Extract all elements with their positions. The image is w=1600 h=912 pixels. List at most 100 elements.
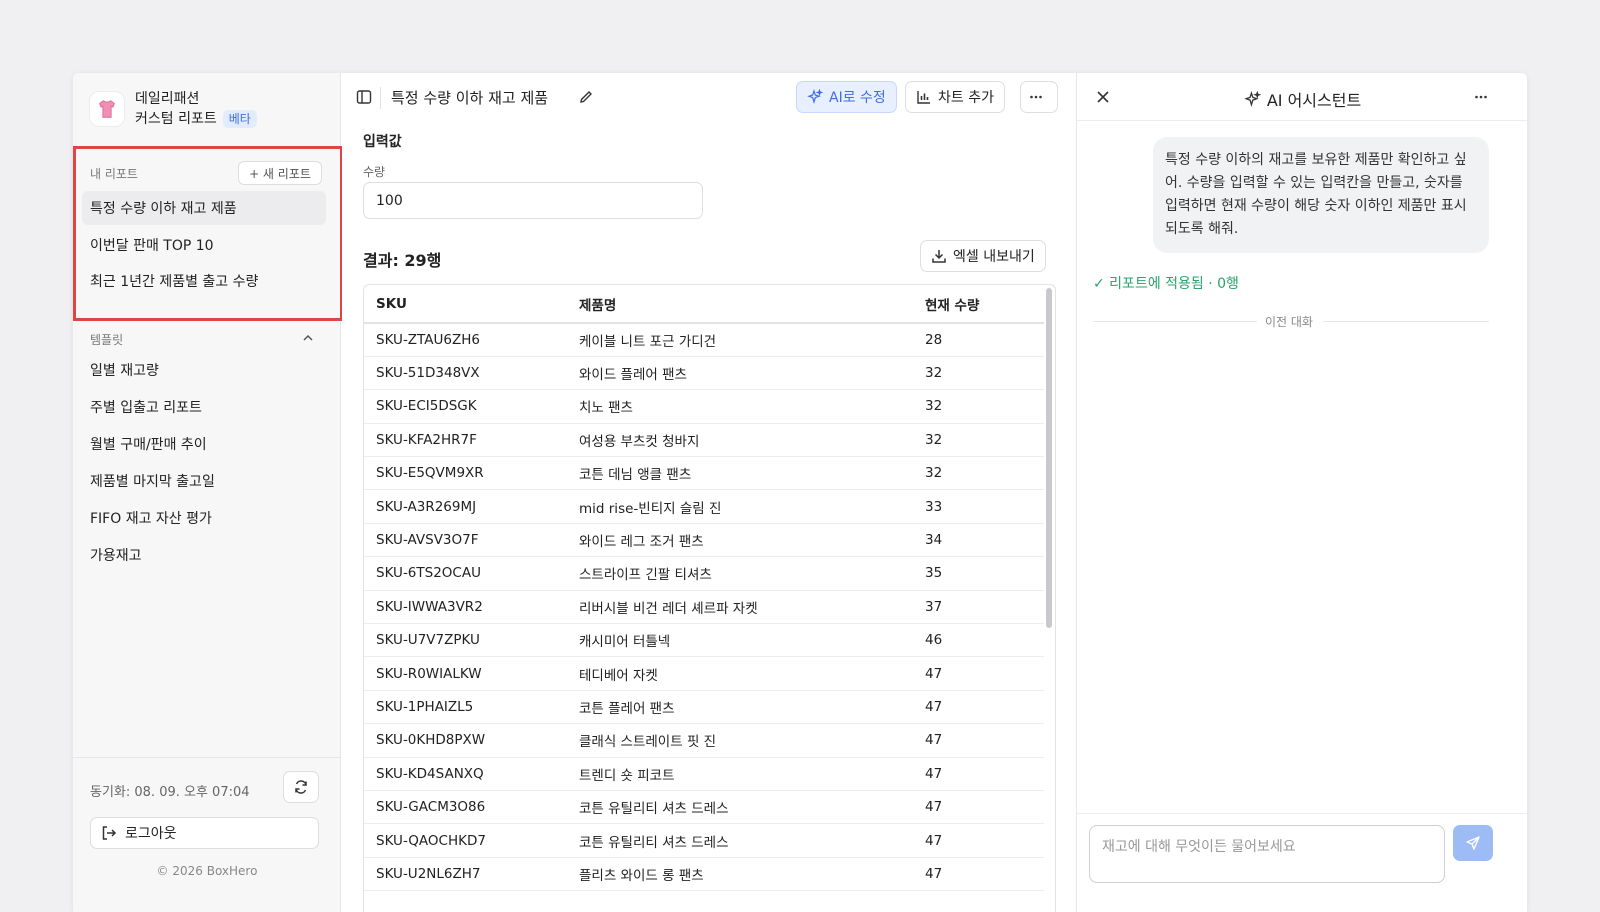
product-name-cell: 여성용 부츠컷 청바지: [567, 423, 913, 458]
table-row: SKU-AVSV3O7F 와이드 레그 조거 팬츠 34: [364, 523, 1044, 558]
product-name-cell: 코튼 데님 앵클 팬츠: [567, 456, 913, 491]
sku-cell: SKU-AVSV3O7F: [364, 523, 567, 558]
quantity-cell: 32: [913, 456, 1044, 491]
product-name-cell: 코튼 유틸리티 셔츠 드레스: [567, 790, 913, 825]
column-header-product[interactable]: 제품명: [567, 285, 913, 324]
quantity-cell: 47: [913, 790, 1044, 825]
product-name-cell: 코튼 플레어 팬츠: [567, 690, 913, 725]
copyright: © 2026 BoxHero: [156, 864, 258, 878]
template-item[interactable]: 일별 재고량: [82, 353, 326, 387]
table-body: SKU-ZTAU6ZH6 케이블 니트 포근 가디건 28 SKU-51D348VX 와…: [364, 323, 1044, 892]
table-row: SKU-A3R269MJ mid rise-빈티지 슬림 진 33: [364, 489, 1044, 524]
highlight-box: [73, 146, 343, 321]
sku-cell: SKU-QAOCHKD7: [364, 823, 567, 858]
template-item[interactable]: 월별 구매/판매 추이: [82, 427, 326, 461]
add-chart-label: 차트 추가: [938, 90, 994, 106]
sku-cell: SKU-R0WIALKW: [364, 656, 567, 691]
template-item[interactable]: 주별 입출고 리포트: [82, 390, 326, 424]
quantity-cell: 34: [913, 523, 1044, 558]
sku-cell: SKU-1PHAIZL5: [364, 690, 567, 725]
template-item[interactable]: 가용재고: [82, 538, 326, 572]
quantity-cell: 46: [913, 623, 1044, 658]
quantity-label: 수량: [363, 165, 386, 179]
quantity-cell: 35: [913, 556, 1044, 591]
table-row: SKU-U2NL6ZH7 플리츠 와이드 롱 팬츠 47: [364, 857, 1044, 892]
product-name-cell: 스트라이프 긴팔 티셔츠: [567, 556, 913, 591]
product-name-cell: 트렌디 숏 피코트: [567, 757, 913, 791]
ai-edit-button[interactable]: AI로 수정: [796, 81, 897, 113]
product-name-cell: 플리츠 와이드 롱 팬츠: [567, 857, 913, 892]
product-name-cell: 치노 팬츠: [567, 389, 913, 424]
send-button[interactable]: [1453, 825, 1493, 861]
user-message: 특정 수량 이하의 재고를 보유한 제품만 확인하고 싶어. 수량을 입력할 수…: [1153, 137, 1489, 253]
quantity-cell: 47: [913, 656, 1044, 691]
product-name-cell: 와이드 레그 조거 팬츠: [567, 523, 913, 558]
quantity-cell: 47: [913, 690, 1044, 725]
download-icon: [932, 250, 946, 263]
export-excel-button[interactable]: 엑셀 내보내기: [920, 240, 1046, 272]
send-icon: [1466, 836, 1480, 850]
table-scrollbar[interactable]: [1046, 288, 1052, 628]
more-horizontal-icon: [1030, 95, 1042, 99]
sku-cell: SKU-GACM3O86: [364, 790, 567, 825]
chevron-up-icon[interactable]: [301, 331, 315, 345]
template-item[interactable]: FIFO 재고 자산 평가: [82, 501, 326, 535]
chat-input[interactable]: 재고에 대해 무엇이든 물어보세요: [1089, 825, 1445, 883]
table-row: SKU-GACM3O86 코튼 유틸리티 셔츠 드레스 47: [364, 790, 1044, 825]
shirt-logo-icon: [89, 91, 125, 127]
product-name-cell: 케이블 니트 포근 가디건: [567, 323, 913, 357]
logout-button[interactable]: 로그아웃: [90, 817, 319, 849]
assistant-title-text: AI 어시스턴트: [1266, 91, 1362, 110]
table-row: SKU-QAOCHKD7 코튼 유틸리티 셔츠 드레스 47: [364, 823, 1044, 858]
templates-heading: 템플릿: [90, 333, 124, 347]
product-name-cell: 코튼 유틸리티 셔츠 드레스: [567, 823, 913, 858]
export-label: 엑셀 내보내기: [953, 249, 1035, 265]
sync-button[interactable]: [283, 771, 319, 803]
sku-cell: SKU-ECI5DSGK: [364, 389, 567, 424]
quantity-cell: 32: [913, 356, 1044, 391]
table-row: SKU-IWWA3VR2 리버시블 비건 레더 셰르파 자켓 37: [364, 590, 1044, 625]
quantity-input[interactable]: 100: [363, 182, 703, 219]
sparkle-icon: [807, 89, 823, 105]
sku-cell: SKU-E5QVM9XR: [364, 456, 567, 491]
add-chart-button[interactable]: 차트 추가: [905, 81, 1005, 113]
beta-badge: 베타: [222, 110, 257, 128]
table-row: SKU-ZTAU6ZH6 케이블 니트 포근 가디건 28: [364, 323, 1044, 357]
product-name-cell: 클래식 스트레이트 핏 진: [567, 723, 913, 758]
column-header-sku[interactable]: SKU: [364, 285, 567, 324]
table-row: SKU-0KHD8PXW 클래식 스트레이트 핏 진 47: [364, 723, 1044, 758]
report-main: 특정 수량 이하 재고 제품 AI로 수정 차트 추가 입력값 수량 100 결…: [342, 73, 1075, 912]
table-row: SKU-U7V7ZPKU 캐시미어 터틀넥 46: [364, 623, 1044, 658]
sync-status: 동기화: 08. 09. 오후 07:04: [90, 785, 250, 800]
quantity-cell: 47: [913, 757, 1044, 791]
more-horizontal-icon[interactable]: [1471, 87, 1491, 107]
product-name-cell: 와이드 플레어 팬츠: [567, 356, 913, 391]
toolbar-divider: [380, 87, 381, 109]
report-title: 특정 수량 이하 재고 제품: [391, 89, 549, 107]
more-menu-button[interactable]: [1020, 81, 1058, 113]
result-count: 결과: 29행: [363, 251, 442, 270]
quantity-cell: 47: [913, 823, 1044, 858]
bar-chart-icon: [917, 91, 930, 104]
table-row: SKU-1PHAIZL5 코튼 플레어 팬츠 47: [364, 690, 1044, 725]
template-item[interactable]: 제품별 마지막 출고일: [82, 464, 326, 498]
sku-cell: SKU-KFA2HR7F: [364, 423, 567, 458]
table-row: SKU-ECI5DSGK 치노 팬츠 32: [364, 389, 1044, 424]
sidebar-footer-divider: [73, 757, 341, 758]
edit-pencil-icon[interactable]: [576, 87, 596, 107]
sku-cell: SKU-0KHD8PXW: [364, 723, 567, 758]
divider-line: [1323, 321, 1489, 322]
divider-line: [1093, 321, 1257, 322]
previous-conversation-label: 이전 대화: [1265, 315, 1313, 329]
sku-cell: SKU-U2NL6ZH7: [364, 857, 567, 892]
table-row: SKU-KD4SANXQ 트렌디 숏 피코트 47: [364, 757, 1044, 791]
sidebar-toggle-icon[interactable]: [354, 87, 374, 107]
sku-cell: SKU-6TS2OCAU: [364, 556, 567, 591]
quantity-cell: 28: [913, 323, 1044, 357]
table-header-row: SKU 제품명 현재 수량: [364, 285, 1044, 324]
ai-assistant-panel: AI 어시스턴트 특정 수량 이하의 재고를 보유한 제품만 확인하고 싶어. …: [1076, 73, 1527, 912]
quantity-cell: 32: [913, 423, 1044, 458]
column-header-quantity[interactable]: 현재 수량: [913, 285, 1044, 324]
brand-name: 데일리패션: [135, 91, 200, 107]
app-window: 데일리패션 커스텀 리포트 베타 내 리포트 + 새 리포트 특정 수량 이하 재…: [73, 73, 1527, 912]
